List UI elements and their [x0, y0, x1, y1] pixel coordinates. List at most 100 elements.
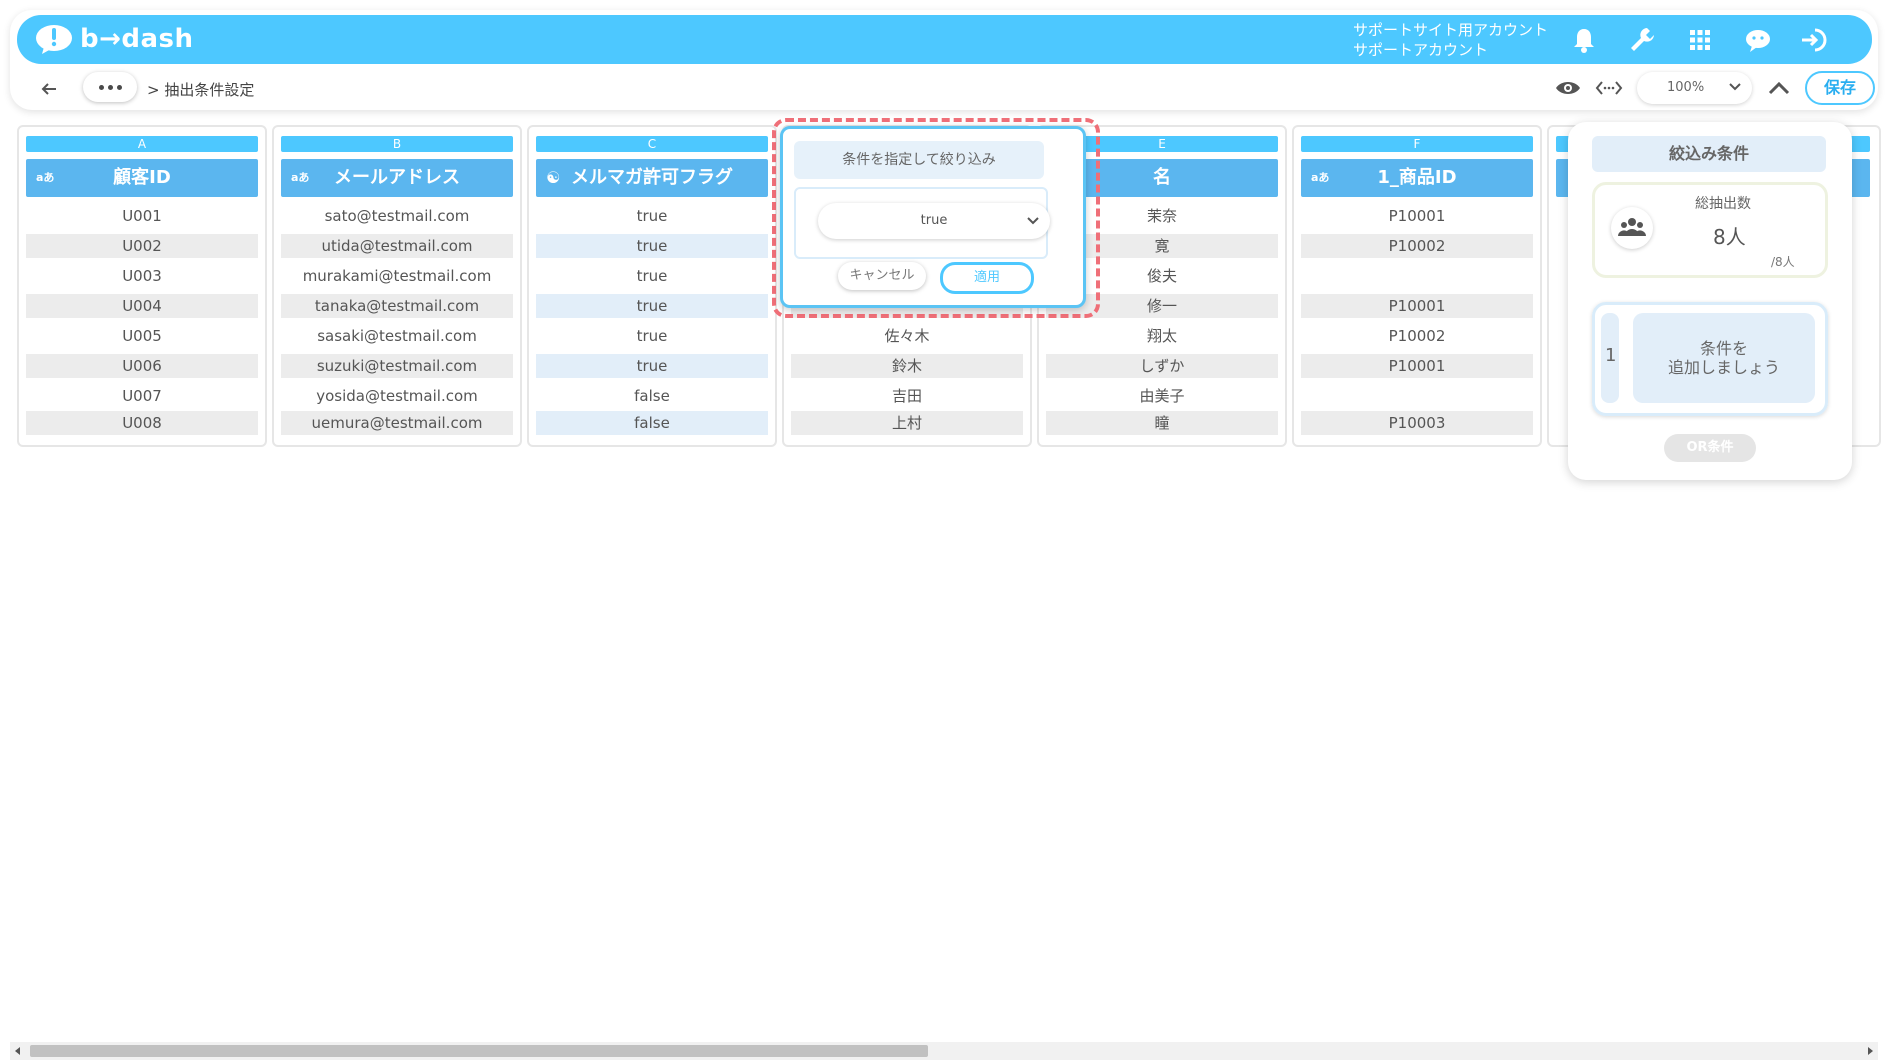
top-bar: b→dash サポートサイト用アカウント サポートアカウント [17, 15, 1872, 64]
column-header[interactable]: aあ 顧客ID [26, 159, 258, 197]
filter-select-wrapper: true [794, 187, 1050, 259]
table-cell: uemura@testmail.com [281, 411, 513, 435]
condition-card[interactable]: 1 条件を 追加しましょう [1592, 302, 1828, 416]
table-cell: sasaki@testmail.com [317, 327, 477, 345]
filter-value-select[interactable]: true [818, 203, 1050, 239]
zoom-select[interactable]: 100% [1637, 72, 1752, 104]
more-button[interactable] [83, 72, 137, 102]
table-cell: U008 [26, 411, 258, 435]
chevron-down-icon [1027, 217, 1039, 225]
total-count-card: 総抽出数 8人 /8人 [1592, 182, 1828, 278]
scroll-left-icon[interactable] [15, 1047, 20, 1055]
sub-toolbar: > 抽出条件設定 100% 保存 [17, 71, 1875, 106]
table-cell: U004 [26, 294, 258, 318]
account-info[interactable]: サポートサイト用アカウント サポートアカウント [1353, 20, 1548, 60]
table-cell: true [536, 354, 768, 378]
chevron-down-icon [1729, 83, 1741, 91]
column-header[interactable]: aあ メールアドレス [281, 159, 513, 197]
table-cell: U005 [122, 327, 162, 345]
table-cell: U001 [122, 207, 162, 225]
or-condition-button[interactable]: OR条件 [1664, 434, 1756, 462]
table-cell: false [634, 387, 670, 405]
support-chat-icon[interactable] [1743, 25, 1773, 55]
table-cell: true [536, 234, 768, 258]
table-cell: P10003 [1301, 411, 1533, 435]
table-cell: 瞳 [1046, 411, 1278, 435]
table-cell: 由美子 [1139, 387, 1185, 405]
table-cell: yosida@testmail.com [316, 387, 478, 405]
scrollbar-thumb[interactable] [30, 1045, 928, 1057]
table-cell: U002 [26, 234, 258, 258]
data-column-a: A aあ 顧客ID U001 U002 U003 U004 U005 U006 … [17, 125, 267, 447]
add-condition-prompt[interactable]: 条件を 追加しましょう [1633, 313, 1815, 403]
data-column-f: F aあ 1_商品ID P10001 P10002 P10001 P10002 … [1292, 125, 1542, 447]
table-cell: U007 [122, 387, 162, 405]
cancel-button[interactable]: キャンセル [838, 262, 926, 290]
column-header-label: メルマガ許可フラグ [571, 167, 733, 188]
count-value: 8人 [1713, 225, 1746, 249]
logo[interactable]: b→dash [34, 23, 194, 55]
column-header-label: メールアドレス [334, 167, 460, 188]
popup-title: 条件を指定して絞り込み [794, 141, 1044, 179]
table-cell: U006 [26, 354, 258, 378]
table-cell [1301, 264, 1533, 288]
column-header-label: 名 [1153, 167, 1171, 188]
users-group-icon [1611, 207, 1653, 249]
filter-conditions-panel: 絞込み条件 総抽出数 8人 /8人 1 条件を 追加しましょう OR条件 [1568, 122, 1852, 480]
table-cell: P10001 [1301, 294, 1533, 318]
back-arrow-icon[interactable] [37, 78, 61, 100]
account-role: サポートアカウント [1353, 41, 1489, 59]
logo-bubble-icon [36, 25, 72, 54]
text-type-icon: aあ [291, 171, 310, 184]
filter-selected-value: true [920, 213, 948, 228]
brand-name: b→dash [80, 24, 194, 54]
column-letter[interactable]: C [536, 136, 768, 152]
table-cell: 上村 [791, 411, 1023, 435]
prompt-line-1: 条件を [1699, 339, 1748, 358]
filter-popup: 条件を指定して絞り込み true キャンセル 適用 [780, 126, 1086, 308]
code-expand-icon[interactable] [1595, 76, 1623, 100]
table-cell: suzuki@testmail.com [281, 354, 513, 378]
scroll-right-icon[interactable] [1868, 1047, 1873, 1055]
eye-icon[interactable] [1554, 76, 1582, 100]
table-cell: true [636, 267, 668, 285]
table-cell: 吉田 [891, 387, 922, 405]
account-name: サポートサイト用アカウント [1353, 21, 1549, 39]
table-cell: 鈴木 [791, 354, 1023, 378]
column-header[interactable]: ☯ メルマガ許可フラグ [536, 159, 768, 197]
table-cell: murakami@testmail.com [302, 267, 492, 285]
chevron-up-icon[interactable] [1765, 76, 1793, 100]
prompt-line-2: 追加しましょう [1667, 358, 1780, 377]
table-cell [1301, 384, 1533, 408]
column-header-label: 1_商品ID [1377, 167, 1457, 188]
dot-icon [116, 84, 122, 90]
bell-icon[interactable] [1569, 25, 1599, 55]
logout-icon[interactable] [1799, 25, 1829, 55]
table-cell: P10002 [1388, 327, 1446, 345]
table-cell: utida@testmail.com [281, 234, 513, 258]
horizontal-scrollbar[interactable] [10, 1042, 1878, 1060]
column-letter[interactable]: A [26, 136, 258, 152]
column-letter[interactable]: F [1301, 136, 1533, 152]
text-type-icon: aあ [1311, 171, 1330, 184]
table-cell: true [636, 327, 668, 345]
column-header[interactable]: aあ 1_商品ID [1301, 159, 1533, 197]
table-cell: tanaka@testmail.com [281, 294, 513, 318]
table-cell: sato@testmail.com [324, 207, 470, 225]
boolean-type-icon: ☯ [546, 168, 561, 187]
table-cell: false [536, 411, 768, 435]
apply-button[interactable]: 適用 [940, 262, 1034, 294]
count-label: 総抽出数 [1695, 196, 1751, 212]
column-letter[interactable]: B [281, 136, 513, 152]
data-column-c: C ☯ メルマガ許可フラグ true true true true true t… [527, 125, 777, 447]
column-header-label: 顧客ID [113, 167, 171, 188]
save-button[interactable]: 保存 [1805, 71, 1875, 105]
table-cell: 佐々木 [884, 327, 930, 345]
table-cell: P10001 [1301, 354, 1533, 378]
data-column-b: B aあ メールアドレス sato@testmail.com utida@tes… [272, 125, 522, 447]
count-total: /8人 [1771, 255, 1795, 269]
wrench-icon[interactable] [1627, 25, 1657, 55]
condition-number: 1 [1605, 345, 1617, 366]
apps-grid-icon[interactable] [1685, 25, 1715, 55]
table-cell: true [536, 294, 768, 318]
